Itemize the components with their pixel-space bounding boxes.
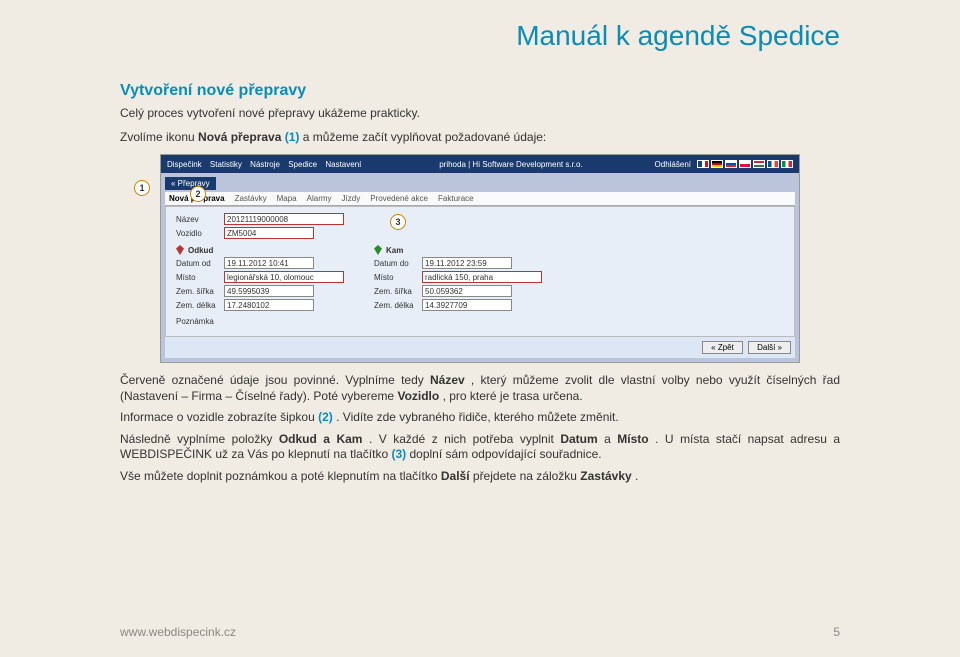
screenshot-wrap: 1 2 3 Dispečink Statistiky Nástroje Sped… bbox=[160, 154, 800, 363]
p3-bold-odkud-kam: Odkud a Kam bbox=[279, 432, 363, 446]
breadcrumb[interactable]: « Přepravy bbox=[165, 177, 216, 190]
footer-url: www.webdispecink.cz bbox=[120, 625, 236, 639]
input-delka-od[interactable]: 17.2480102 bbox=[224, 299, 314, 311]
input-misto-do[interactable]: radlická 150, praha bbox=[422, 271, 542, 283]
label-misto-od: Místo bbox=[176, 273, 224, 282]
p1-text: , pro které je trasa určena. bbox=[443, 389, 583, 403]
intro-ref-1: (1) bbox=[285, 130, 300, 144]
p1-bold-nazev: Název bbox=[430, 373, 465, 387]
flag-sk[interactable] bbox=[725, 160, 737, 168]
p1-text: Červeně označené údaje jsou povinné. Vyp… bbox=[120, 373, 430, 387]
label-delka-do: Zem. délka bbox=[374, 301, 422, 310]
app-screenshot: Dispečink Statistiky Nástroje Spedice Na… bbox=[160, 154, 800, 363]
app-inner: « Přepravy Nová přeprava Zastávky Mapa A… bbox=[161, 173, 799, 362]
label-vozidlo: Vozidlo bbox=[176, 229, 224, 238]
p4-bold-dalsi: Další bbox=[441, 469, 470, 483]
input-delka-do[interactable]: 14.3927709 bbox=[422, 299, 512, 311]
label-datum-od: Datum od bbox=[176, 259, 224, 268]
tab-zastavky[interactable]: Zastávky bbox=[235, 194, 267, 203]
menu-statistiky[interactable]: Statistiky bbox=[210, 160, 242, 169]
p1-bold-vozidlo: Vozidlo bbox=[397, 389, 439, 403]
button-row: « Zpět Další » bbox=[165, 337, 795, 358]
input-datum-od[interactable]: 19.11.2012 10:41 bbox=[224, 257, 314, 269]
tab-alarmy[interactable]: Alarmy bbox=[307, 194, 332, 203]
menu-spedice[interactable]: Spedice bbox=[288, 160, 317, 169]
marker-2: 2 bbox=[190, 186, 206, 202]
p3-text: doplní sám odpovídající souřadnice. bbox=[409, 447, 601, 461]
input-sirka-do[interactable]: 50.059362 bbox=[422, 285, 512, 297]
ref-3: (3) bbox=[391, 447, 406, 461]
flag-cz[interactable] bbox=[697, 160, 709, 168]
menu-nastroje[interactable]: Nástroje bbox=[250, 160, 280, 169]
page-title: Manuál k agendě Spedice bbox=[120, 20, 840, 52]
ref-2: (2) bbox=[318, 410, 333, 424]
input-misto-od[interactable]: legionářská 10, olomouc bbox=[224, 271, 344, 283]
input-sirka-od[interactable]: 49.5995039 bbox=[224, 285, 314, 297]
label-misto-do: Místo bbox=[374, 273, 422, 282]
form-body: Název 20121119000008 Vozidlo ZM5004 Odku… bbox=[165, 206, 795, 337]
pin-icon bbox=[374, 245, 382, 255]
p3-text: . V každé z nich potřeba vyplnit bbox=[369, 432, 560, 446]
topbar-user: prihoda | Hi Software Development s.r.o. bbox=[439, 160, 582, 169]
label-datum-do: Datum do bbox=[374, 259, 422, 268]
label-delka-od: Zem. délka bbox=[176, 301, 224, 310]
p4-text: Vše můžete doplnit poznámkou a poté klep… bbox=[120, 469, 441, 483]
menu-dispecink[interactable]: Dispečink bbox=[167, 160, 202, 169]
p3-bold-datum: Datum bbox=[560, 432, 597, 446]
body-text: Červeně označené údaje jsou povinné. Vyp… bbox=[120, 373, 840, 485]
flag-de[interactable] bbox=[711, 160, 723, 168]
input-nazev[interactable]: 20121119000008 bbox=[224, 213, 344, 225]
flags bbox=[697, 160, 793, 168]
next-button[interactable]: Další » bbox=[748, 341, 791, 354]
select-vozidlo[interactable]: ZM5004 bbox=[224, 227, 314, 239]
tab-fakturace[interactable]: Fakturace bbox=[438, 194, 474, 203]
label-kam: Kam bbox=[386, 246, 403, 255]
intro-line2: Zvolíme ikonu Nová přeprava (1) a můžeme… bbox=[120, 130, 840, 144]
p2-text: . Vidíte zde vybraného řidiče, kterého m… bbox=[336, 410, 619, 424]
back-button[interactable]: « Zpět bbox=[702, 341, 743, 354]
label-odkud: Odkud bbox=[188, 246, 213, 255]
flag-it[interactable] bbox=[781, 160, 793, 168]
flag-hu[interactable] bbox=[753, 160, 765, 168]
logout-link[interactable]: Odhlášení bbox=[655, 160, 691, 169]
marker-3: 3 bbox=[390, 214, 406, 230]
section-title: Vytvoření nové přepravy bbox=[120, 82, 840, 100]
tab-jizdy[interactable]: Jízdy bbox=[342, 194, 361, 203]
app-topbar: Dispečink Statistiky Nástroje Spedice Na… bbox=[161, 155, 799, 173]
tab-provedene[interactable]: Provedené akce bbox=[370, 194, 428, 203]
marker-1: 1 bbox=[134, 180, 150, 196]
p4-text: přejdete na záložku bbox=[473, 469, 580, 483]
topbar-menus: Dispečink Statistiky Nástroje Spedice Na… bbox=[167, 160, 367, 169]
flag-pl[interactable] bbox=[739, 160, 751, 168]
page-number: 5 bbox=[833, 625, 840, 639]
subtabs: Nová přeprava Zastávky Mapa Alarmy Jízdy… bbox=[165, 192, 795, 206]
pin-icon bbox=[176, 245, 184, 255]
p3-text: Následně vyplníme položky bbox=[120, 432, 279, 446]
p3-bold-misto: Místo bbox=[617, 432, 648, 446]
flag-fr[interactable] bbox=[767, 160, 779, 168]
p2-text: Informace o vozidle zobrazíte šipkou bbox=[120, 410, 318, 424]
input-datum-do[interactable]: 19.11.2012 23:59 bbox=[422, 257, 512, 269]
intro-bold: Nová přeprava bbox=[198, 130, 281, 144]
tab-mapa[interactable]: Mapa bbox=[277, 194, 297, 203]
intro-text: a můžeme začít vyplňovat požadované údaj… bbox=[303, 130, 546, 144]
label-sirka-od: Zem. šířka bbox=[176, 287, 224, 296]
intro-text: Zvolíme ikonu bbox=[120, 130, 198, 144]
p4-bold-zastavky: Zastávky bbox=[580, 469, 631, 483]
label-sirka-do: Zem. šířka bbox=[374, 287, 422, 296]
p4-text: . bbox=[635, 469, 638, 483]
intro-line1: Celý proces vytvoření nové přepravy ukáž… bbox=[120, 106, 840, 120]
label-nazev: Název bbox=[176, 215, 224, 224]
menu-nastaveni[interactable]: Nastavení bbox=[325, 160, 361, 169]
p3-text: a bbox=[604, 432, 617, 446]
label-poznamka: Poznámka bbox=[176, 317, 224, 326]
